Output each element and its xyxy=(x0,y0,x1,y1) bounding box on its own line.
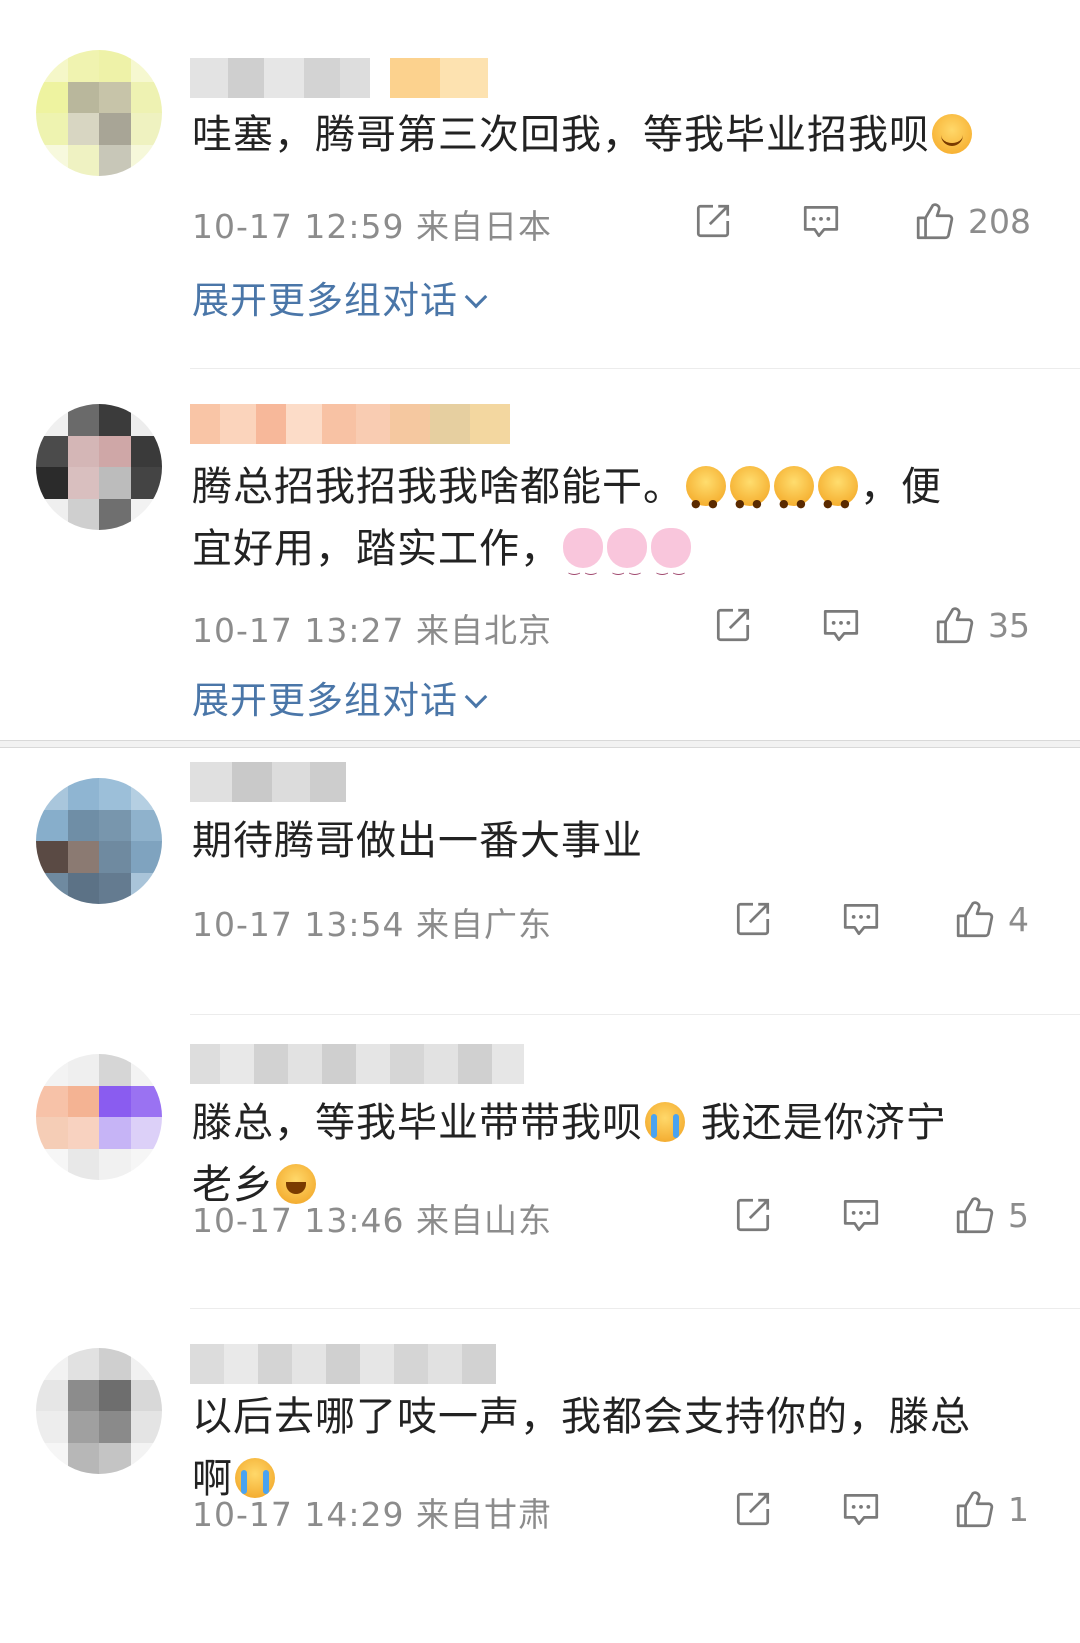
share-button[interactable] xyxy=(732,1190,774,1240)
smiling-blush-emoji xyxy=(932,114,972,154)
like-button[interactable]: 208 xyxy=(914,196,1031,246)
divider xyxy=(190,1014,1080,1015)
like-button[interactable]: 5 xyxy=(954,1190,1029,1240)
comment-meta: 10-17 12:59 来自日本 208 xyxy=(192,196,1080,247)
username-blurred[interactable] xyxy=(190,1344,496,1384)
expand-conversation-link[interactable]: 展开更多组对话 xyxy=(192,670,488,724)
like-button[interactable]: 35 xyxy=(934,600,1030,650)
praying-emoji xyxy=(774,466,814,535)
avatar[interactable] xyxy=(36,1348,162,1474)
share-button[interactable] xyxy=(732,1484,774,1534)
comment-icon xyxy=(840,1194,882,1236)
chevron-down-icon xyxy=(464,685,488,709)
share-button[interactable] xyxy=(692,196,734,246)
like-button[interactable]: 4 xyxy=(954,894,1029,944)
screenshot-split xyxy=(0,740,1080,748)
comment-time: 10-17 12:59 来自日本 xyxy=(192,207,552,246)
pleading-emoji xyxy=(818,466,858,535)
username-blurred[interactable] xyxy=(190,762,346,802)
avatar[interactable] xyxy=(36,1054,162,1180)
thumbs-up-icon xyxy=(954,898,996,940)
comment-meta: 10-17 14:29 来自甘肃 1 xyxy=(192,1484,1080,1535)
comment-text: 哇塞，腾哥第三次回我，等我毕业招我呗 xyxy=(192,104,1024,166)
comment-panel-bottom: 期待腾哥做出一番大事业 10-17 13:54 来自广东 4 滕总，等我毕业带带… xyxy=(0,748,1080,1643)
share-icon xyxy=(732,1488,774,1530)
crying-emoji xyxy=(645,1102,685,1142)
pleading-emoji xyxy=(686,466,726,535)
comment-time: 10-17 13:27 来自北京 xyxy=(192,611,552,650)
comment-time: 10-17 13:46 来自山东 xyxy=(192,1201,552,1240)
thumbs-up-icon xyxy=(954,1194,996,1236)
comment-text: 腾总招我招我我啥都能干。，便宜好用，踏实工作， xyxy=(192,456,1024,600)
thumbs-up-icon xyxy=(914,200,956,242)
reply-button[interactable] xyxy=(800,196,842,246)
like-count: 5 xyxy=(1008,1195,1029,1235)
reply-button[interactable] xyxy=(840,1484,882,1534)
share-icon xyxy=(692,200,734,242)
comment-meta: 10-17 13:46 来自山东 5 xyxy=(192,1190,1080,1241)
bunny-emoji xyxy=(607,528,647,600)
username-blurred[interactable] xyxy=(190,58,488,98)
avatar[interactable] xyxy=(36,778,162,904)
bunny-emoji xyxy=(563,528,603,600)
comment-text: 期待腾哥做出一番大事业 xyxy=(192,818,643,864)
like-count: 4 xyxy=(1008,899,1029,939)
like-count: 208 xyxy=(968,201,1031,241)
comment-meta: 10-17 13:27 来自北京 35 xyxy=(192,600,1080,651)
chevron-down-icon xyxy=(464,285,488,309)
reply-button[interactable] xyxy=(820,600,862,650)
divider xyxy=(190,368,1080,369)
share-icon xyxy=(712,604,754,646)
comment-time: 10-17 14:29 来自甘肃 xyxy=(192,1495,552,1534)
share-icon xyxy=(732,1194,774,1236)
avatar[interactable] xyxy=(36,404,162,530)
thumbs-up-icon xyxy=(954,1488,996,1530)
bunny-emoji xyxy=(651,528,691,600)
like-count: 35 xyxy=(988,605,1030,645)
comment-time: 10-17 13:54 来自广东 xyxy=(192,905,552,944)
username-blurred[interactable] xyxy=(190,1044,524,1084)
comment-icon xyxy=(840,1488,882,1530)
comment-panel-top: 哇塞，腾哥第三次回我，等我毕业招我呗 10-17 12:59 来自日本 208 … xyxy=(0,0,1080,740)
divider xyxy=(190,1308,1080,1309)
like-count: 1 xyxy=(1008,1489,1029,1529)
like-button[interactable]: 1 xyxy=(954,1484,1029,1534)
pleading-emoji xyxy=(730,466,770,535)
share-button[interactable] xyxy=(712,600,754,650)
thumbs-up-icon xyxy=(934,604,976,646)
share-button[interactable] xyxy=(732,894,774,944)
comment-icon xyxy=(800,200,842,242)
username-blurred[interactable] xyxy=(190,404,510,444)
reply-button[interactable] xyxy=(840,1190,882,1240)
comment-icon xyxy=(820,604,862,646)
avatar[interactable] xyxy=(36,50,162,176)
reply-button[interactable] xyxy=(840,894,882,944)
share-icon xyxy=(732,898,774,940)
expand-conversation-link[interactable]: 展开更多组对话 xyxy=(192,270,488,324)
comment-meta: 10-17 13:54 来自广东 4 xyxy=(192,894,1080,945)
comment-icon xyxy=(840,898,882,940)
